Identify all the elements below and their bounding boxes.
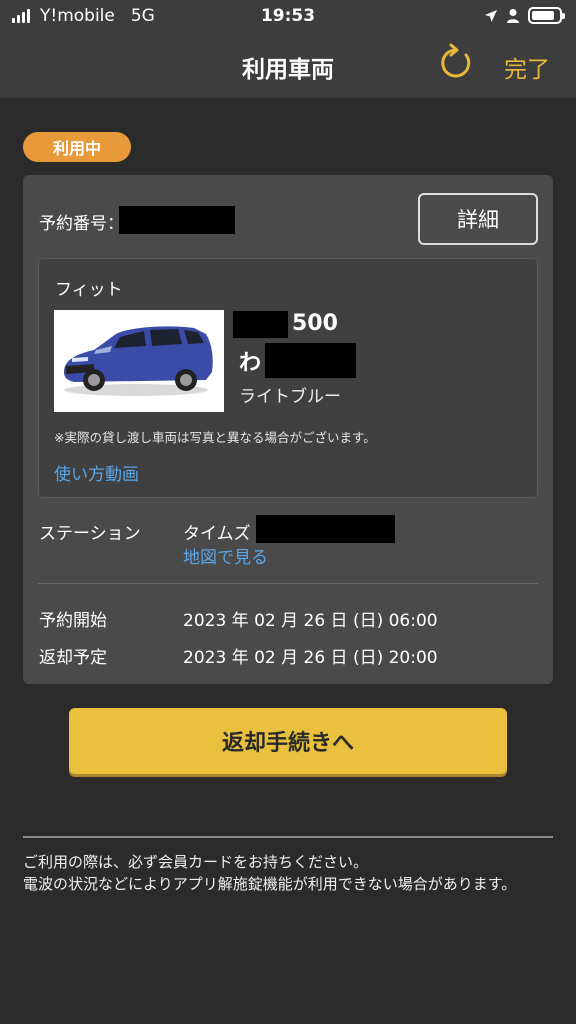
page-title: 利用車両 bbox=[242, 57, 334, 83]
reservation-number-label: 予約番号： bbox=[39, 214, 124, 234]
reservation-card: 予約番号： 詳細 フィット 500 わ ライトブルー ※実際の貸し渡し車両は写真… bbox=[23, 175, 553, 684]
footer-line-1: ご利用の際は、必ず会員カードをお持ちください。 bbox=[23, 853, 369, 871]
plate-region-redacted bbox=[233, 311, 288, 338]
plate-digits-redacted bbox=[265, 343, 356, 378]
start-datetime: 2023 年 02 月 26 日 (日) 06:00 bbox=[183, 611, 438, 631]
end-label: 返却予定 bbox=[39, 648, 107, 668]
station-name-redacted bbox=[256, 515, 395, 543]
reservation-number-redacted bbox=[119, 206, 235, 234]
vehicle-panel: フィット 500 わ ライトブルー ※実際の貸し渡し車両は写真と異なる場合がござ… bbox=[38, 258, 538, 498]
status-badge: 利用中 bbox=[23, 132, 131, 162]
car-name: フィット bbox=[55, 280, 123, 300]
done-button[interactable]: 完了 bbox=[504, 50, 550, 84]
location-arrow-icon bbox=[485, 9, 497, 22]
footer-line-2: 電波の状況などによりアプリ解施錠機能が利用できない場合があります。 bbox=[23, 875, 517, 893]
plate-kana: わ bbox=[239, 351, 262, 376]
start-label: 予約開始 bbox=[39, 611, 107, 631]
divider bbox=[38, 583, 538, 584]
nav-bar: 利用車両 完了 bbox=[0, 32, 576, 98]
station-label: ステーション bbox=[39, 524, 141, 544]
person-icon bbox=[507, 8, 519, 23]
how-to-video-link[interactable]: 使い方動画 bbox=[54, 460, 139, 485]
status-bar: Y!mobile 5G 19:53 bbox=[0, 0, 576, 32]
status-right bbox=[484, 7, 565, 24]
map-link[interactable]: 地図で見る bbox=[183, 543, 268, 568]
car-photo bbox=[54, 310, 224, 412]
car-color: ライトブルー bbox=[239, 387, 341, 407]
detail-button[interactable]: 詳細 bbox=[418, 193, 538, 245]
refresh-icon[interactable] bbox=[436, 43, 476, 83]
photo-disclaimer: ※実際の貸し渡し車両は写真と異なる場合がございます。 bbox=[54, 430, 376, 445]
end-datetime: 2023 年 02 月 26 日 (日) 20:00 bbox=[183, 648, 438, 668]
footer-divider bbox=[23, 836, 553, 838]
footer-notice: ご利用の際は、必ず会員カードをお持ちください。 電波の状況などによりアプリ解施錠… bbox=[23, 851, 549, 895]
return-procedure-button[interactable]: 返却手続きへ bbox=[69, 708, 507, 774]
plate-number: 500 bbox=[292, 311, 338, 336]
car-image bbox=[64, 326, 213, 396]
battery-icon bbox=[528, 7, 565, 24]
station-name: タイムズ bbox=[183, 524, 251, 544]
